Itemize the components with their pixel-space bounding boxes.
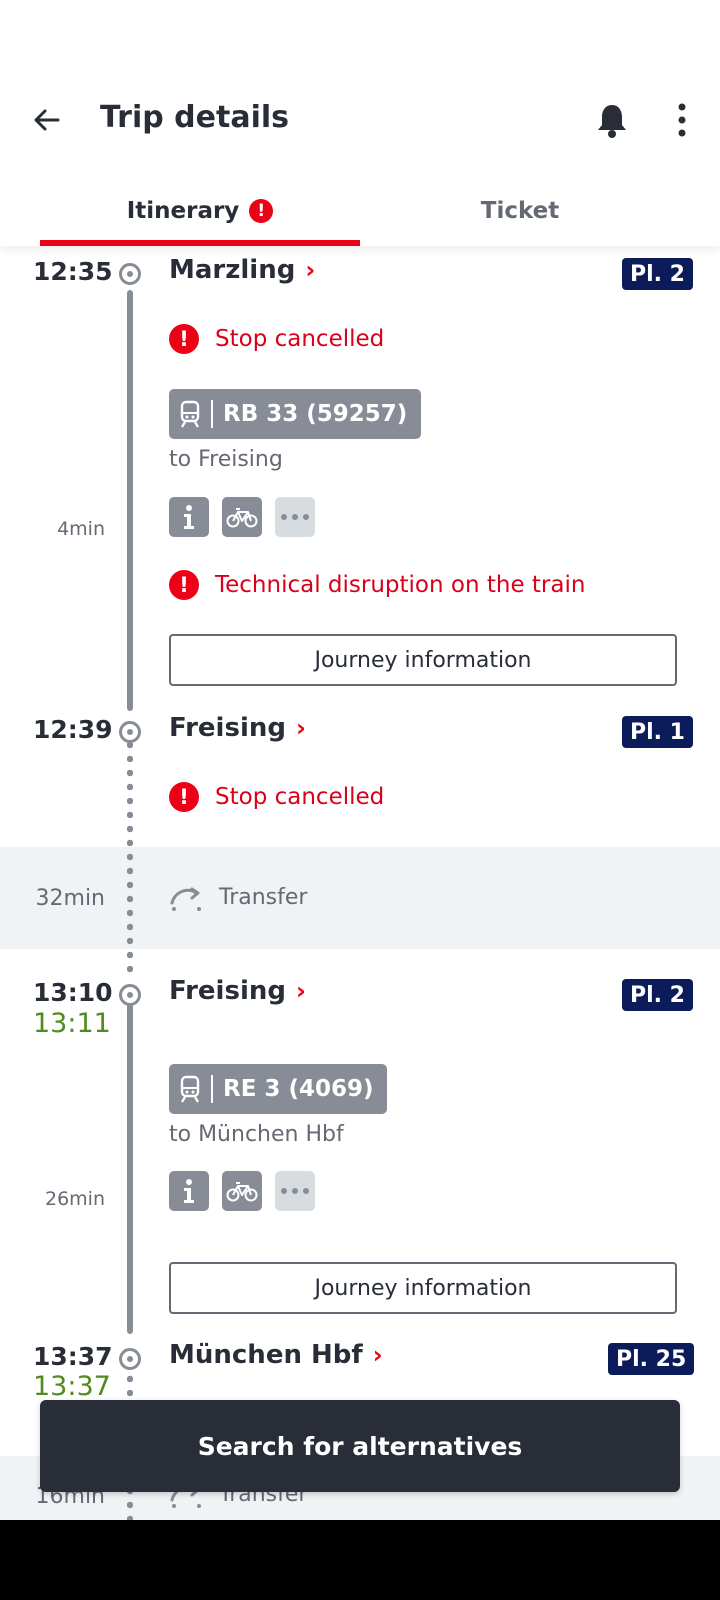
platform-badge: Pl. 25 [608, 1343, 695, 1375]
train-icon [180, 1075, 200, 1103]
train-destination: to Freising [169, 447, 283, 472]
leg-duration: 4min [57, 518, 105, 540]
exclamation-circle-icon: ! [249, 199, 274, 223]
train-name: RB 33 (59257) [223, 401, 408, 427]
info-button[interactable] [169, 497, 209, 537]
divider [211, 400, 213, 428]
station-link[interactable]: Freising › [169, 976, 306, 1006]
system-navigation-bar [0, 1520, 720, 1600]
divider [211, 1075, 213, 1103]
platform-badge: Pl. 1 [622, 716, 693, 748]
chevron-right-icon: › [305, 256, 316, 284]
exclamation-circle-icon: ! [169, 570, 199, 600]
more-attributes-button[interactable] [275, 1171, 315, 1211]
transfer-label: Transfer [169, 883, 307, 911]
notifications-button[interactable] [590, 98, 634, 142]
stop-time-actual: 13:11 [33, 1008, 111, 1039]
alert-text: Stop cancelled [215, 326, 385, 352]
stop-time-actual: 13:37 [33, 1371, 111, 1402]
arrow-left-icon [34, 109, 60, 131]
station-name: München Hbf [169, 1340, 363, 1370]
active-tab-indicator [40, 240, 360, 246]
more-vertical-icon [678, 103, 686, 137]
chevron-right-icon: › [372, 1341, 383, 1369]
bell-icon [598, 105, 626, 138]
info-icon [184, 505, 194, 529]
tab-bar: Itinerary ! Ticket [0, 176, 720, 246]
exclamation-circle-icon: ! [169, 324, 199, 354]
stop-node [119, 984, 141, 1006]
bicycle-icon [226, 1182, 258, 1202]
timeline-line [127, 1000, 133, 1334]
stop-cancelled-alert: ! Stop cancelled [169, 324, 384, 354]
tab-itinerary[interactable]: Itinerary ! [40, 176, 360, 246]
stop-node [119, 1348, 141, 1370]
transfer-text: Transfer [219, 884, 308, 910]
more-horizontal-icon [281, 1188, 309, 1194]
train-icon [180, 400, 200, 428]
back-button[interactable] [22, 98, 70, 142]
page-title: Trip details [100, 100, 289, 135]
disruption-alert: ! Technical disruption on the train [169, 570, 585, 600]
transfer-row [0, 847, 720, 949]
stop-node [119, 263, 141, 285]
search-alternatives-button[interactable]: Search for alternatives [40, 1400, 680, 1492]
platform-badge: Pl. 2 [622, 979, 693, 1011]
bicycle-icon [226, 508, 258, 528]
more-options-button[interactable] [660, 98, 704, 142]
train-name: RE 3 (4069) [223, 1076, 374, 1102]
station-link[interactable]: Marzling › [169, 255, 315, 285]
station-link[interactable]: Freising › [169, 713, 306, 743]
train-badge[interactable]: RB 33 (59257) [169, 389, 422, 439]
station-name: Freising [169, 713, 286, 743]
transfer-icon [170, 887, 201, 911]
station-name: Freising [169, 976, 286, 1006]
status-bar [0, 0, 720, 80]
stop-cancelled-alert: ! Stop cancelled [169, 782, 384, 812]
tab-ticket-label: Ticket [480, 198, 560, 224]
station-name: Marzling [169, 255, 296, 285]
platform-badge: Pl. 2 [622, 258, 693, 290]
timeline-connector-dotted [127, 738, 133, 978]
chevron-right-icon: › [295, 977, 306, 1005]
app-bar: Trip details [0, 80, 720, 160]
alert-text: Technical disruption on the train [215, 572, 586, 598]
exclamation-circle-icon: ! [169, 782, 199, 812]
station-link[interactable]: München Hbf › [169, 1340, 383, 1370]
journey-information-button[interactable]: Journey information [169, 1262, 677, 1314]
transfer-duration: 32min [35, 886, 105, 911]
train-destination: to München Hbf [169, 1122, 344, 1147]
stop-node [119, 721, 141, 743]
tab-ticket[interactable]: Ticket [360, 176, 680, 246]
itinerary-list[interactable]: 12:35 Marzling › Pl. 2 ! Stop cancelled … [0, 246, 720, 1520]
timeline-line [127, 290, 133, 711]
info-icon [184, 1179, 194, 1203]
chevron-right-icon: › [295, 714, 306, 742]
tab-itinerary-label: Itinerary [126, 198, 240, 224]
leg-duration: 26min [44, 1188, 105, 1210]
more-horizontal-icon [281, 514, 309, 520]
info-button[interactable] [169, 1171, 209, 1211]
train-badge[interactable]: RE 3 (4069) [169, 1064, 388, 1114]
bicycle-button[interactable] [222, 497, 262, 537]
bicycle-button[interactable] [222, 1171, 262, 1211]
alert-text: Stop cancelled [215, 784, 385, 810]
more-attributes-button[interactable] [275, 497, 315, 537]
journey-information-button[interactable]: Journey information [169, 634, 677, 686]
